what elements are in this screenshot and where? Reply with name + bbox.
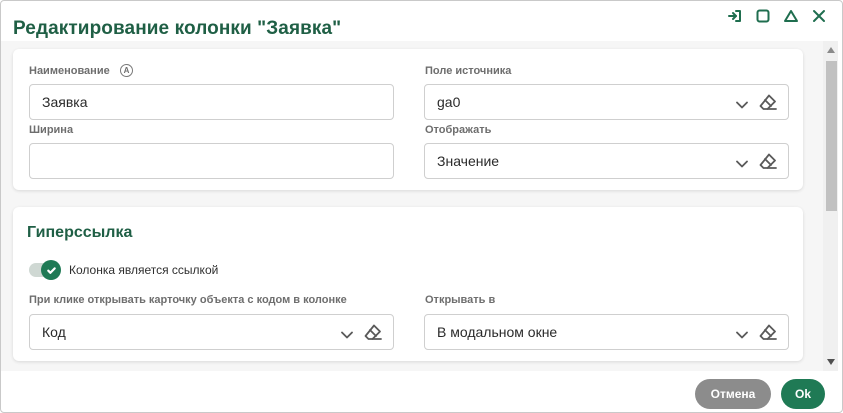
cancel-button[interactable]: Отмена	[695, 379, 771, 409]
open-in-label: Открывать в	[425, 294, 496, 306]
chevron-down-icon[interactable]	[736, 97, 748, 109]
source-field-select[interactable]: ga0	[424, 84, 789, 120]
chevron-down-icon[interactable]	[341, 327, 353, 339]
sign-out-icon[interactable]	[726, 7, 744, 25]
scroll-up-arrow-icon[interactable]	[823, 43, 838, 57]
open-in-value: В модальном окне	[437, 324, 558, 340]
dialog-title: Редактирование колонки "Заявка"	[13, 18, 342, 39]
window-controls	[726, 7, 828, 25]
dialog-content: Наименование A Заявка Поле источника ga0…	[1, 41, 823, 371]
name-label: Наименование	[29, 65, 110, 77]
hyperlink-card: Гиперссылка Колонка является ссылкой При…	[13, 207, 803, 361]
scroll-down-arrow-icon[interactable]	[823, 355, 838, 369]
chevron-down-icon[interactable]	[736, 156, 748, 168]
display-select[interactable]: Значение	[424, 143, 789, 179]
check-icon	[41, 260, 61, 280]
eraser-icon[interactable]	[758, 93, 778, 111]
collapse-icon[interactable]	[782, 7, 800, 25]
open-in-select[interactable]: В модальном окне	[424, 314, 789, 350]
name-input-value: Заявка	[42, 94, 88, 110]
open-card-label: При клике открывать карточку объекта с к…	[29, 294, 347, 306]
source-field-label: Поле источника	[425, 65, 512, 77]
is-link-toggle-label[interactable]: Колонка является ссылкой	[69, 263, 218, 277]
source-field-value: ga0	[437, 94, 461, 110]
close-icon[interactable]	[810, 7, 828, 25]
auto-name-icon[interactable]: A	[120, 64, 133, 77]
eraser-icon[interactable]	[758, 152, 778, 170]
scrollbar-thumb[interactable]	[826, 61, 837, 211]
chevron-down-icon[interactable]	[736, 327, 748, 339]
is-link-toggle[interactable]	[29, 260, 62, 280]
eraser-icon[interactable]	[758, 323, 778, 341]
hyperlink-section-title: Гиперссылка	[27, 224, 133, 241]
content-scrollbar[interactable]	[823, 41, 838, 371]
width-input[interactable]	[29, 143, 394, 179]
width-label: Ширина	[29, 124, 74, 136]
maximize-icon[interactable]	[754, 7, 772, 25]
general-settings-card: Наименование A Заявка Поле источника ga0…	[13, 49, 803, 190]
column-edit-dialog: Редактирование колонки "Заявка" Наименов…	[0, 0, 843, 413]
open-card-select[interactable]: Код	[29, 314, 394, 350]
display-label: Отображать	[425, 124, 492, 136]
eraser-icon[interactable]	[363, 323, 383, 341]
name-input[interactable]: Заявка	[29, 84, 394, 120]
ok-button[interactable]: Ok	[781, 379, 825, 409]
display-value: Значение	[437, 153, 500, 169]
open-card-value: Код	[42, 324, 66, 340]
